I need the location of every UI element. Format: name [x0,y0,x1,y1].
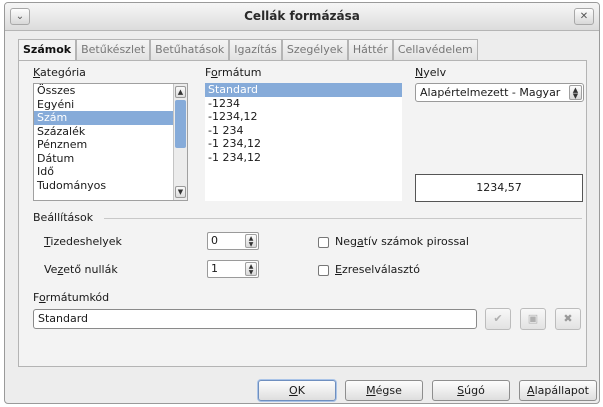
window-title: Cellák formázása [244,9,360,23]
cancel-button[interactable]: Mégse [345,380,423,401]
tab-cell-protection[interactable]: Cellavédelem [392,39,478,60]
format-list[interactable]: Standard -1234 -1234,12 -1 234 -1 234,12… [205,83,402,201]
spin-arrows-icon[interactable]: ▲ ▼ [245,262,257,276]
delete-icon: ✖ [563,312,573,325]
close-button[interactable]: ✕ [574,8,594,25]
close-icon: ✕ [579,11,589,22]
add-icon: ▣ [527,312,539,325]
language-select[interactable]: Alapértelmezett - Magyar ▲ ▼ [415,83,584,102]
thousands-separator-label[interactable]: Ezreselválasztó [335,263,420,276]
titlebar: ⌄ Cellák formázása ✕ [5,3,599,31]
tab-numbers[interactable]: Számok [18,39,77,61]
format-preview: 1234,57 [415,174,583,202]
tab-font[interactable]: Betűkészlet [76,39,151,60]
language-value: Alapértelmezett - Magyar [420,86,561,99]
negative-red-checkbox[interactable] [318,237,329,248]
leading-zeros-label: Vezető nullák [44,263,118,276]
tab-bar: Számok Betűkészlet Betűhatások Igazítás … [18,39,478,61]
tab-borders[interactable]: Szegélyek [281,39,348,60]
scroll-down-icon[interactable]: ▼ [175,186,186,198]
section-divider [104,218,582,219]
category-label: Kategória [33,66,86,79]
ok-button[interactable]: OK [258,380,336,401]
list-item[interactable]: Standard [205,83,402,97]
thousands-separator-checkbox[interactable] [318,265,329,276]
scroll-up-icon[interactable]: ▲ [175,86,186,98]
accept-code-button[interactable]: ✔ [485,308,511,330]
chevron-updown-icon[interactable]: ▲ ▼ [569,85,582,100]
decimal-places-label: Tizedeshelyek [44,235,122,248]
decimal-places-value: 0 [211,234,218,247]
reset-button[interactable]: Alapállapot [519,380,597,401]
format-cells-dialog: ⌄ Cellák formázása ✕ Számok Betűkészlet … [4,2,600,404]
tab-alignment[interactable]: Igazítás [229,39,282,60]
leading-zeros-stepper[interactable]: 1 ▲ ▼ [207,260,259,278]
tab-font-effects[interactable]: Betűhatások [150,39,230,60]
list-item[interactable]: -1 234,12 [205,137,402,151]
list-item[interactable]: Egyéni [34,98,187,112]
leading-zeros-value: 1 [211,262,218,275]
list-item[interactable]: -1234,12 [205,110,402,124]
options-section-title: Beállítások [33,211,94,224]
check-icon: ✔ [493,312,503,325]
list-item[interactable]: -1234 [205,97,402,111]
format-label: Formátum [205,66,262,79]
scroll-thumb[interactable] [175,100,186,148]
format-code-label: Formátumkód [33,291,110,304]
delete-code-button[interactable]: ✖ [555,308,581,330]
language-label: Nyelv [415,66,447,79]
list-item[interactable]: Pénznem [34,138,187,152]
tab-background[interactable]: Háttér [347,39,393,60]
add-code-button[interactable]: ▣ [520,308,546,330]
list-item[interactable]: Idő [34,165,187,179]
format-code-input[interactable]: Standard [33,309,477,329]
negative-red-label[interactable]: Negatív számok pirossal [335,235,469,248]
list-item[interactable]: Százalék [34,125,187,139]
category-list[interactable]: Összes Egyéni Szám Százalék Pénznem Dátu… [33,83,188,201]
list-item[interactable]: Tudományos [34,179,187,193]
list-item[interactable]: Dátum [34,152,187,166]
category-scrollbar[interactable]: ▲ ▼ [173,84,187,200]
spin-arrows-icon[interactable]: ▲ ▼ [245,234,257,248]
list-item[interactable]: Összes [34,84,187,98]
help-button[interactable]: Súgó [432,380,510,401]
decimal-places-stepper[interactable]: 0 ▲ ▼ [207,232,259,250]
list-item[interactable]: Szám [34,111,187,125]
list-item[interactable]: -1 234 [205,124,402,138]
list-item[interactable]: -1 234,12 [205,151,402,165]
